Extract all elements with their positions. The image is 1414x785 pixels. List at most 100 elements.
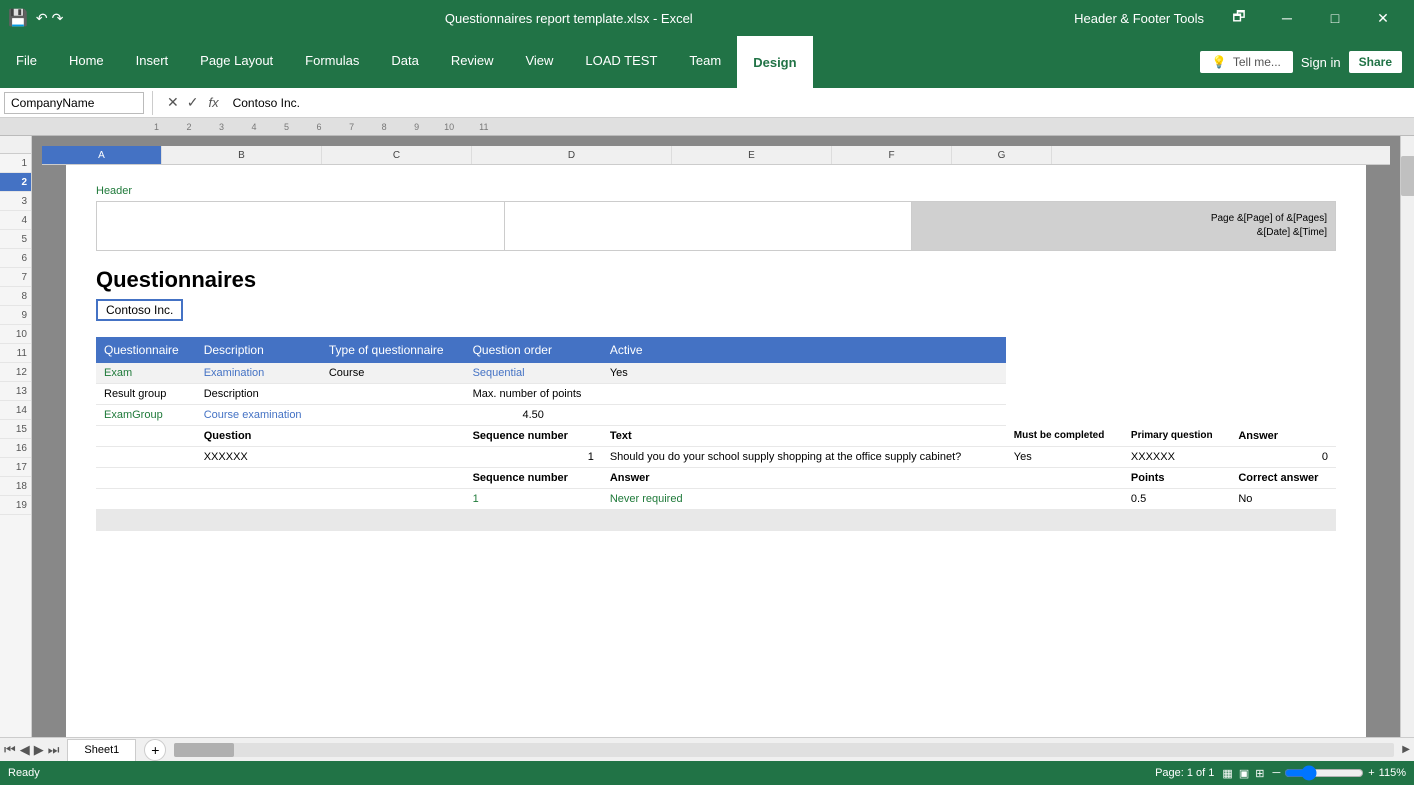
confirm-formula-icon[interactable]: ✓ (187, 94, 199, 111)
row-num-8: 8 (0, 287, 31, 306)
cell-course: Course (321, 363, 465, 384)
page-break-view-icon[interactable]: ⊞ (1255, 767, 1264, 780)
sign-in-button[interactable]: Sign in (1301, 55, 1341, 70)
table-header-row: Questionnaire Description Type of questi… (96, 337, 1336, 363)
row-num-14: 14 (0, 401, 31, 420)
tab-review[interactable]: Review (435, 36, 510, 88)
restore-button[interactable]: 🗗 (1216, 0, 1262, 36)
cell-empty6 (321, 426, 465, 447)
undo-redo: ↶ ↷ (36, 10, 63, 27)
row-num-18: 18 (0, 477, 31, 496)
tab-data[interactable]: Data (375, 36, 434, 88)
sheet-nav-last[interactable]: ⏭ (48, 742, 60, 758)
header-center-box[interactable] (505, 202, 913, 250)
cell-examination: Examination (196, 363, 321, 384)
share-button[interactable]: Share (1349, 51, 1402, 73)
redo-button[interactable]: ↷ (52, 10, 64, 27)
normal-view-icon[interactable]: ▦ (1222, 767, 1232, 780)
cell-empty4 (602, 405, 1006, 426)
cell-course-exam: Course examination (196, 405, 321, 426)
h-scrollbar-thumb[interactable] (174, 743, 234, 757)
scrollbar-thumb[interactable] (1401, 156, 1414, 196)
col-header-e[interactable]: E (672, 146, 832, 164)
tab-insert[interactable]: Insert (120, 36, 185, 88)
col-header-g[interactable]: G (952, 146, 1052, 164)
formula-input[interactable]: Contoso Inc. (229, 96, 1410, 110)
row-num-9: 9 (0, 306, 31, 325)
hf-tools-label: Header & Footer Tools (1074, 11, 1204, 26)
cell-empty2 (602, 384, 1006, 405)
tab-team[interactable]: Team (673, 36, 737, 88)
close-button[interactable]: ✕ (1360, 0, 1406, 36)
th-active: Active (602, 337, 1006, 363)
spreadsheet-page[interactable]: A B C D E F G Header Page &[Page] of &[P… (32, 136, 1400, 737)
zoom-slider[interactable] (1284, 765, 1364, 781)
cell-question-text: Should you do your school supply shoppin… (602, 447, 1006, 468)
name-box[interactable] (4, 92, 144, 114)
col-header-d[interactable]: D (472, 146, 672, 164)
row-numbers-column: 1 2 3 4 5 6 7 8 9 10 11 12 13 14 15 16 1… (0, 136, 32, 737)
tab-formulas[interactable]: Formulas (289, 36, 375, 88)
cell-yes: Yes (602, 363, 1006, 384)
tell-me-box[interactable]: 💡 Tell me... (1200, 51, 1293, 73)
table-row: ExamGroup Course examination 4.50 (96, 405, 1336, 426)
tab-view[interactable]: View (509, 36, 569, 88)
cell-points-hdr: Points (1123, 468, 1230, 489)
window-title: Questionnaires report template.xlsx - Ex… (63, 11, 1074, 26)
page-status: Page: 1 of 1 (1155, 767, 1214, 779)
row-num-4: 4 (0, 211, 31, 230)
cell-empty10 (196, 468, 321, 489)
cell-seq-num-hdr2: Sequence number (465, 468, 602, 489)
ribbon: File Home Insert Page Layout Formulas Da… (0, 36, 1414, 88)
cell-empty8 (321, 447, 465, 468)
cell-4-50: 4.50 (465, 405, 602, 426)
row-num-2: 2 (0, 173, 31, 192)
horizontal-scrollbar[interactable] (174, 743, 1394, 757)
zoom-in-icon[interactable]: + (1368, 767, 1374, 779)
cell-xxxxxx: XXXXXX (196, 447, 321, 468)
tab-load-test[interactable]: LOAD TEST (569, 36, 673, 88)
page-layout-view-icon[interactable]: ▣ (1239, 767, 1249, 780)
tab-design[interactable]: Design (737, 36, 812, 88)
lightbulb-icon: 💡 (1212, 55, 1227, 69)
zoom-out-icon[interactable]: ─ (1272, 767, 1280, 779)
col-header-a[interactable]: A (42, 146, 162, 164)
maximize-button[interactable]: □ (1312, 0, 1358, 36)
cell-seq-num-hdr: Sequence number (465, 426, 602, 447)
cell-xxxxxx2: XXXXXX (1123, 447, 1230, 468)
undo-button[interactable]: ↶ (36, 10, 48, 27)
th-questionnaire: Questionnaire (96, 337, 196, 363)
sheet-nav-prev[interactable]: ◀ (20, 742, 30, 758)
header-right-box[interactable]: Page &[Page] of &[Pages]&[Date] &[Time] (912, 202, 1335, 250)
company-name-cell[interactable]: Contoso Inc. (96, 299, 183, 321)
sheet-nav-next[interactable]: ▶ (34, 742, 44, 758)
minimize-button[interactable]: ─ (1264, 0, 1310, 36)
window-controls: 🗗 ─ □ ✕ (1216, 0, 1406, 36)
cancel-formula-icon[interactable]: ✕ (167, 94, 179, 111)
add-sheet-button[interactable]: + (144, 739, 166, 761)
status-right: Page: 1 of 1 ▦ ▣ ⊞ ─ + 115% (1155, 765, 1406, 781)
tab-page-layout[interactable]: Page Layout (184, 36, 289, 88)
row-num-15: 15 (0, 420, 31, 439)
cell-gray5 (602, 510, 1006, 531)
tab-home[interactable]: Home (53, 36, 120, 88)
vertical-scrollbar[interactable] (1400, 136, 1414, 737)
cell-seq-1: 1 (465, 447, 602, 468)
title-bar: 💾 ↶ ↷ Questionnaires report template.xls… (0, 0, 1414, 36)
row-num-11: 11 (0, 344, 31, 363)
sheet-tabs-bar: ⏮ ◀ ▶ ⏭ Sheet1 + ▶ (0, 737, 1414, 761)
scroll-right-arrow[interactable]: ▶ (1402, 744, 1410, 755)
tab-file[interactable]: File (0, 36, 53, 88)
header-left-box[interactable] (97, 202, 505, 250)
save-icon[interactable]: 💾 (8, 8, 28, 28)
sheet-tab-1[interactable]: Sheet1 (67, 739, 136, 761)
col-header-b[interactable]: B (162, 146, 322, 164)
sheet-nav-first[interactable]: ⏮ (4, 742, 16, 758)
row-num-6: 6 (0, 249, 31, 268)
page-content: Header Page &[Page] of &[Pages]&[Date] &… (66, 165, 1366, 737)
cell-result-group: Result group (96, 384, 196, 405)
col-header-c[interactable]: C (322, 146, 472, 164)
tell-me-text: Tell me... (1233, 55, 1281, 69)
col-header-f[interactable]: F (832, 146, 952, 164)
table-row: Result group Description Max. number of … (96, 384, 1336, 405)
